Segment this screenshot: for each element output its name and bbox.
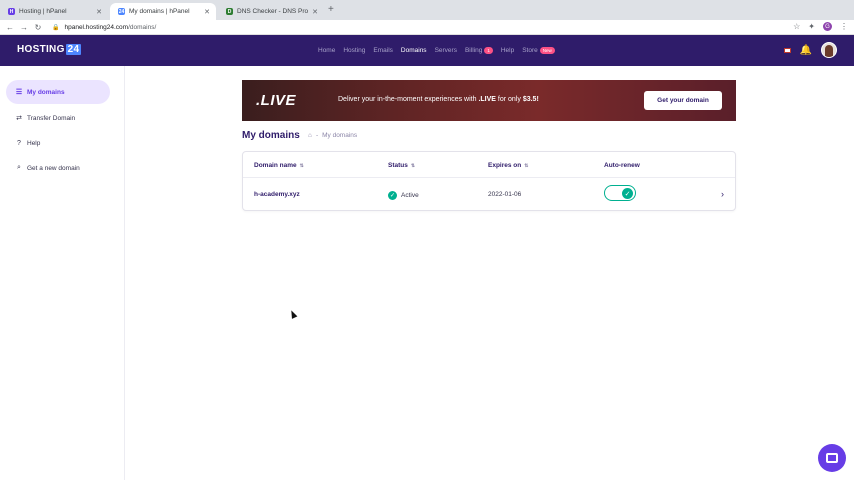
chat-icon [826,453,838,463]
hostinger-icon: H [8,8,15,15]
nav-servers[interactable]: Servers [435,47,457,54]
checkmark-icon: ✓ [622,188,633,199]
hosting24-icon: 24 [118,8,125,15]
nav-emails[interactable]: Emails [373,47,393,54]
chat-support-button[interactable] [818,444,846,472]
tab-title: Hosting | hPanel [19,8,67,15]
header-divider [243,177,735,178]
nav-billing-label: Billing [464,47,483,55]
store-new-badge: New [539,47,555,54]
nav-home[interactable]: Home [318,47,335,54]
column-label: Expires on [488,162,522,169]
sidebar-item-my-domains[interactable]: ☰ My domains [6,80,110,104]
sidebar-item-label: Help [27,139,41,147]
logo-number: 24 [65,44,82,55]
breadcrumb: ⌂ - My domains [308,132,357,139]
user-avatar[interactable] [821,42,837,58]
column-label: Status [388,162,408,169]
logo-text: HOSTING [17,44,65,55]
banner-text-price: $3.5! [522,96,539,103]
tab-title: My domains | hPanel [129,8,190,15]
column-header-expires[interactable]: Expires on ⇅ [488,162,528,169]
address-bar[interactable]: 🔒 hpanel.hosting24.com/domains/ [52,22,792,33]
domains-table: Domain name ⇅ Status ⇅ Expires on ⇅ Auto-re… [242,151,736,211]
close-icon[interactable]: ✕ [312,8,318,16]
sidebar-item-get-new-domain[interactable]: ⌕ Get a new domain [6,156,110,180]
column-label: Domain name [254,162,297,169]
nav-hosting[interactable]: Hosting [343,47,365,54]
domain-name-cell[interactable]: h-academy.xyz [254,191,300,198]
check-circle-icon: ✓ [388,191,397,200]
status-cell: ✓ Active [388,191,419,200]
extensions-icon[interactable]: ✦ [808,22,815,31]
sort-icon: ⇅ [299,163,304,169]
breadcrumb-separator: - [315,132,319,139]
browser-tabstrip: H Hosting | hPanel ✕ 24 My domains | hPa… [0,0,854,20]
close-icon[interactable]: ✕ [96,8,102,16]
expires-cell: 2022-01-06 [488,191,522,198]
sidebar-item-label: Transfer Domain [27,114,76,122]
column-label: Auto-renew [604,162,640,169]
help-icon: ? [17,139,21,147]
browser-profile-avatar[interactable]: G [823,22,832,31]
dnschecker-icon: D [226,8,233,15]
sort-icon: ⇅ [410,163,416,169]
breadcrumb-current: My domains [322,132,358,139]
banner-text: Deliver your in-the-moment experiences w… [338,96,539,103]
url-host: hpanel.hosting24.com [64,24,129,31]
mouse-cursor [288,309,298,319]
browser-tab-hosting[interactable]: H Hosting | hPanel ✕ [0,3,108,20]
sidebar-item-help[interactable]: ? Help [6,131,110,155]
sort-icon: ⇅ [524,163,529,169]
browser-tab-dns-checker[interactable]: D DNS Checker - DNS Propagatio ✕ [218,3,324,20]
reload-icon[interactable]: ↻ [31,23,45,32]
banner-text-pre: Deliver your in-the-moment experiences w… [338,96,479,103]
auto-renew-toggle[interactable]: ✓ [604,185,636,201]
app-header: HOSTING 24 Home Hosting Emails Domains Se… [0,35,854,66]
bookmark-star-icon[interactable]: ☆ [793,22,800,31]
column-header-auto-renew: Auto-renew [604,162,640,169]
live-domain-promo-banner: .LIVE Deliver your in-the-moment experie… [242,80,736,121]
column-header-domain[interactable]: Domain name ⇅ [254,162,304,169]
banner-text-mid: for only [495,96,523,103]
transfer-icon: ⇄ [16,115,22,122]
avatar-photo [825,45,833,57]
forward-icon[interactable]: → [17,23,31,32]
get-your-domain-button[interactable]: Get your domain [644,91,722,110]
sidebar: ☰ My domains ⇄ Transfer Domain ? Help ⌕ … [0,66,125,480]
status-text: Active [401,192,419,199]
browser-toolbar: ← → ↻ 🔒 hpanel.hosting24.com/domains/ ☆ … [0,20,854,35]
live-tld-logo: .LIVE [256,92,297,109]
back-icon[interactable]: ← [3,23,17,32]
nav-domains[interactable]: Domains [401,47,427,54]
top-navigation: Home Hosting Emails Domains Servers Bill… [318,47,555,54]
lock-icon: 🔒 [52,25,60,31]
banner-text-tld: .LIVE [478,96,496,103]
browser-menu-icon[interactable]: ⋮ [840,22,848,31]
page-title: My domains [242,130,300,141]
nav-store-label: Store [522,47,538,55]
column-header-status[interactable]: Status ⇅ [388,162,415,169]
language-flag-icon[interactable] [783,47,791,53]
close-icon[interactable]: ✕ [204,8,210,16]
sidebar-item-label: Get a new domain [27,164,80,172]
url-path: /domains/ [128,24,157,31]
chevron-right-icon[interactable]: › [721,189,724,199]
nav-store[interactable]: Store New [522,47,555,54]
browser-tab-my-domains[interactable]: 24 My domains | hPanel ✕ [110,3,216,20]
billing-count-badge: 1 [484,47,493,54]
tab-title: DNS Checker - DNS Propagatio [237,8,309,15]
search-icon: ⌕ [17,164,21,171]
nav-billing[interactable]: Billing 1 [465,47,493,54]
list-icon: ☰ [15,89,23,96]
nav-help[interactable]: Help [501,47,514,54]
home-icon[interactable]: ⌂ [308,132,312,139]
sidebar-item-transfer-domain[interactable]: ⇄ Transfer Domain [6,106,110,130]
notification-bell-icon[interactable]: 🔔 [800,45,812,56]
sidebar-item-label: My domains [27,88,65,96]
new-tab-button[interactable]: + [328,4,334,15]
hosting24-logo[interactable]: HOSTING 24 [17,44,82,55]
